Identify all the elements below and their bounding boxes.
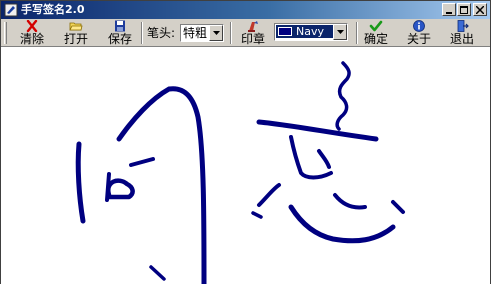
window-title: 手写签名2.0	[21, 3, 85, 16]
app-window: 手写签名2.0 清除 打开 保存 笔头: 特粗 印章 Navy 确定 关于 退出	[0, 0, 491, 284]
title-bar[interactable]: 手写签名2.0	[1, 1, 490, 19]
pen-size-value: 特粗	[183, 26, 208, 40]
green-check-icon	[369, 20, 383, 32]
toolbar-separator	[141, 22, 143, 44]
about-button[interactable]: 关于	[402, 19, 436, 47]
color-select[interactable]: Navy	[274, 23, 348, 41]
color-dropdown-button[interactable]	[333, 24, 347, 40]
exit-label: 退出	[449, 32, 474, 46]
open-label: 打开	[63, 32, 88, 46]
clear-button[interactable]: 清除	[15, 19, 49, 47]
app-icon	[4, 3, 18, 17]
minimize-icon	[446, 12, 452, 14]
open-button[interactable]: 打开	[59, 19, 93, 47]
exit-button[interactable]: 退出	[445, 19, 479, 47]
pen-size-select[interactable]: 特粗	[180, 24, 224, 42]
chevron-down-icon	[337, 30, 344, 34]
signature-canvas[interactable]	[1, 47, 490, 284]
info-icon	[413, 20, 425, 32]
about-label: 关于	[406, 32, 431, 46]
close-button[interactable]	[473, 3, 487, 16]
toolbar-separator	[356, 22, 358, 44]
stamp-icon	[248, 21, 258, 32]
floppy-disk-icon	[115, 20, 125, 32]
close-icon	[476, 6, 484, 14]
stamp-button[interactable]: 印章	[236, 19, 270, 47]
maximize-icon	[460, 6, 468, 14]
red-x-icon	[26, 20, 38, 32]
color-swatch	[278, 27, 292, 36]
pen-label: 笔头:	[147, 26, 176, 40]
exit-door-icon	[457, 20, 469, 32]
toolbar-separator	[230, 22, 232, 44]
ok-button[interactable]: 确定	[359, 19, 393, 47]
toolbar: 清除 打开 保存 笔头: 特粗 印章 Navy 确定 关于 退出	[1, 19, 490, 47]
folder-icon	[69, 22, 83, 31]
save-button[interactable]: 保存	[103, 19, 137, 47]
ok-label: 确定	[363, 32, 388, 46]
save-label: 保存	[107, 32, 132, 46]
minimize-button[interactable]	[442, 3, 456, 16]
clear-label: 清除	[19, 32, 44, 46]
pen-size-dropdown-button[interactable]	[209, 25, 223, 41]
maximize-button[interactable]	[457, 3, 471, 16]
toolbar-grip[interactable]	[4, 22, 7, 44]
stamp-label: 印章	[240, 32, 265, 46]
chevron-down-icon	[213, 31, 220, 35]
handwritten-signature	[75, 61, 405, 284]
color-value: Navy	[296, 25, 324, 38]
